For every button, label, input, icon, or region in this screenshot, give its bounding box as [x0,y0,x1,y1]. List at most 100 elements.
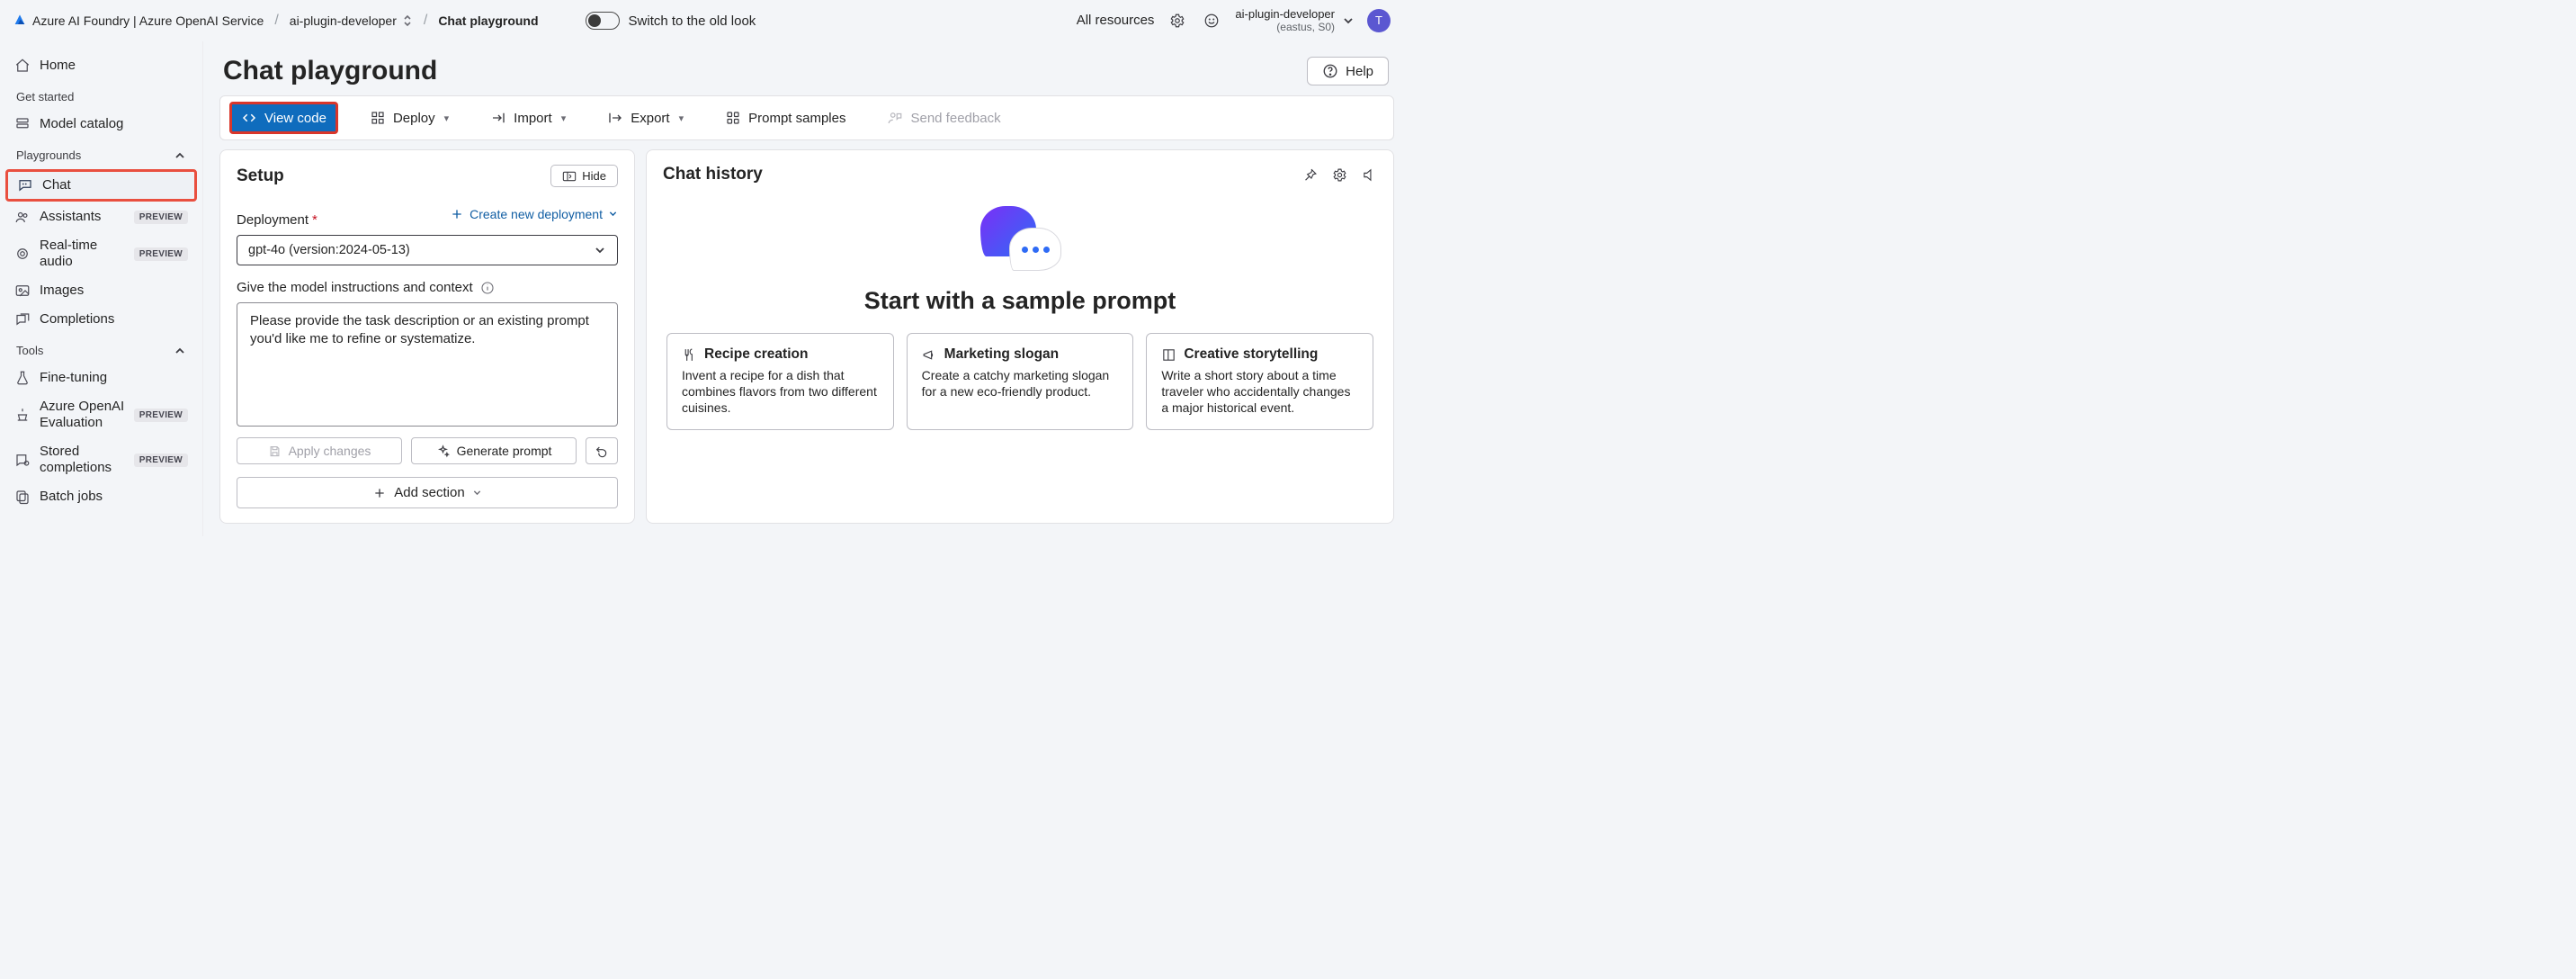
view-code-button[interactable]: View code [229,102,338,134]
speaker-button[interactable] [1362,167,1377,183]
card-desc: Invent a recipe for a dish that combines… [682,368,879,417]
images-icon [14,283,31,299]
import-icon [490,110,506,126]
chat-icon [17,177,33,193]
sidebar-item-batch-jobs[interactable]: Batch jobs [5,483,197,510]
card-desc: Write a short story about a time travele… [1161,368,1358,417]
card-title: Creative storytelling [1184,346,1318,363]
generate-prompt-label: Generate prompt [457,444,552,458]
add-section-button[interactable]: Add section [237,477,618,508]
chat-settings-button[interactable] [1332,167,1347,183]
breadcrumb-sep-1: / [274,13,278,29]
sidebar-item-images[interactable]: Images [5,277,197,304]
deploy-label: Deploy [393,111,435,126]
tenant-picker[interactable]: ai-plugin-developer (eastus, S0) [1235,8,1355,32]
section-tools[interactable]: Tools [5,335,197,363]
breadcrumb-root-label: Azure AI Foundry | Azure OpenAI Service [32,13,264,28]
chevron-up-icon [174,345,186,357]
import-button[interactable]: Import ▾ [480,103,576,132]
look-switch-label: Switch to the old look [629,13,756,29]
sidebar-item-home[interactable]: Home [5,52,197,79]
help-button[interactable]: Help [1307,57,1389,85]
home-icon [14,58,31,74]
panes: Setup Hide Deployment * Create new deplo… [219,149,1394,524]
info-icon[interactable] [480,281,495,295]
feedback-icon [887,110,903,126]
chevron-down-icon [1342,14,1355,27]
evaluation-icon [14,407,31,423]
sidebar-item-stored-completions[interactable]: Stored completions PREVIEW [5,438,197,481]
sidebar-item-label: Chat [42,177,185,193]
plus-icon [372,486,387,500]
export-icon [607,110,623,126]
section-get-started-label: Get started [16,90,74,103]
prompt-samples-button[interactable]: Prompt samples [715,103,855,132]
chevron-down-icon: ▾ [444,112,450,124]
sidebar-item-realtime-audio[interactable]: Real-time audio PREVIEW [5,232,197,275]
sample-prompt-card-recipe[interactable]: Recipe creation Invent a recipe for a di… [666,333,894,430]
tenant-sub: (eastus, S0) [1276,22,1335,33]
section-playgrounds-label: Playgrounds [16,148,81,162]
add-section-label: Add section [394,485,464,500]
help-button-label: Help [1346,64,1373,79]
create-deployment-label: Create new deployment [470,207,603,221]
batch-icon [14,489,31,505]
chevron-down-icon [594,244,606,256]
look-switch-toggle[interactable] [586,12,620,30]
preview-badge: PREVIEW [134,247,188,261]
all-resources-link[interactable]: All resources [1077,13,1155,28]
export-label: Export [631,111,669,126]
apply-changes-button[interactable]: Apply changes [237,437,402,464]
sample-prompt-card-storytelling[interactable]: Creative storytelling Write a short stor… [1146,333,1373,430]
catalog-icon [14,116,31,132]
create-deployment-link[interactable]: Create new deployment [450,207,618,221]
sidebar-item-fine-tuning[interactable]: Fine-tuning [5,364,197,391]
send-feedback-label: Send feedback [910,111,1000,126]
card-title: Marketing slogan [944,346,1059,363]
card-title: Recipe creation [704,346,808,363]
sample-prompt-card-marketing[interactable]: Marketing slogan Create a catchy marketi… [907,333,1134,430]
deployment-label-text: Deployment [237,212,309,228]
undo-icon [595,444,609,458]
settings-button[interactable] [1167,10,1188,31]
sidebar-item-label: Assistants [40,209,125,225]
topbar: Azure AI Foundry | Azure OpenAI Service … [0,0,1403,41]
avatar[interactable]: T [1367,9,1391,32]
view-code-label: View code [264,111,326,126]
sparkle-icon [436,445,450,458]
send-feedback-button[interactable]: Send feedback [877,103,1010,132]
section-playgrounds[interactable]: Playgrounds [5,139,197,167]
hide-setup-button[interactable]: Hide [550,165,618,187]
deployment-select[interactable]: gpt-4o (version:2024-05-13) [237,235,618,265]
sidebar-item-completions[interactable]: Completions [5,306,197,333]
breadcrumb-root[interactable]: Azure AI Foundry | Azure OpenAI Service [13,13,264,28]
code-icon [241,110,257,126]
chevron-up-icon [174,149,186,162]
sidebar-item-assistants[interactable]: Assistants PREVIEW [5,203,197,230]
system-prompt-textarea[interactable]: Please provide the task description or a… [237,302,618,427]
feedback-button[interactable] [1201,10,1222,31]
reset-button[interactable] [586,437,618,464]
chevron-down-icon: ▾ [679,112,684,124]
sidebar-item-label: Home [40,58,188,74]
azure-logo-icon [13,13,27,28]
sidebar-item-label: Model catalog [40,116,188,132]
pin-button[interactable] [1302,167,1318,183]
tenant-name: ai-plugin-developer [1235,8,1335,21]
chevron-updown-icon [402,14,413,27]
sidebar-item-label: Batch jobs [40,489,188,505]
export-button[interactable]: Export ▾ [597,103,693,132]
deploy-button[interactable]: Deploy ▾ [360,103,459,132]
section-get-started: Get started [5,81,197,109]
breadcrumb-project[interactable]: ai-plugin-developer [290,13,413,28]
sidebar-item-model-catalog[interactable]: Model catalog [5,111,197,138]
sidebar-item-evaluation[interactable]: Azure OpenAI Evaluation PREVIEW [5,393,197,436]
sidebar: Home Get started Model catalog Playgroun… [0,41,203,536]
setup-title: Setup [237,166,284,186]
preview-badge: PREVIEW [134,211,188,224]
generate-prompt-button[interactable]: Generate prompt [411,437,577,464]
plus-icon [450,207,464,221]
utensils-icon [682,347,697,363]
page-header: Chat playground Help [219,45,1394,95]
sidebar-item-chat[interactable]: Chat [8,172,194,199]
